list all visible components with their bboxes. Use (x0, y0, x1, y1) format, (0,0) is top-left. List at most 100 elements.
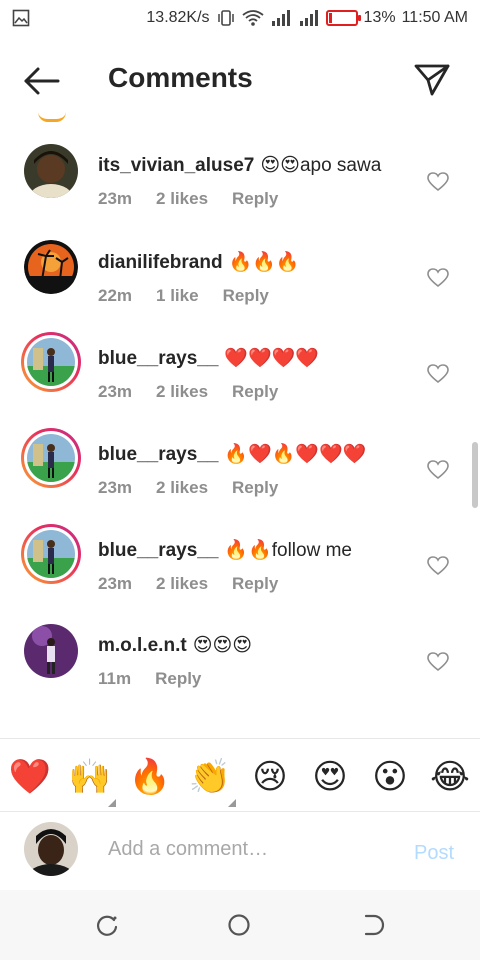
comment-text: 😍😍apo sawa (260, 155, 382, 176)
comment-meta: 11m Reply (98, 669, 418, 689)
comment-item: its_vivian_aluse7 😍😍apo sawa 23m 2 likes … (0, 136, 480, 232)
comment-meta: 23m 2 likes Reply (98, 574, 418, 594)
comment-item: blue__rays__ 🔥❤️🔥❤️❤️❤️ 23m 2 likes Reply (0, 424, 480, 520)
comment-time: 23m (98, 574, 133, 593)
comment-body: m.o.l.e.n.t 😍😍😍 11m Reply (98, 634, 418, 689)
comment-time: 23m (98, 478, 133, 497)
comment-line: blue__rays__ ❤️❤️❤️❤️ (98, 346, 418, 370)
comment-body: its_vivian_aluse7 😍😍apo sawa 23m 2 likes … (98, 154, 418, 209)
emoji-crying-button[interactable]: 😢 (248, 755, 292, 799)
emoji-wow-button[interactable]: 😮 (368, 755, 412, 799)
avatar[interactable] (21, 428, 81, 488)
comment-username[interactable]: blue__rays__ (98, 540, 218, 561)
emoji-raised-hands-button[interactable]: 🙌 (68, 755, 116, 807)
comment-likes[interactable]: 2 likes (156, 478, 208, 498)
comment-composer: Post (0, 812, 480, 890)
emoji-clap-button[interactable]: 👏 (188, 755, 236, 807)
comment-line: blue__rays__ 🔥❤️🔥❤️❤️❤️ (98, 442, 418, 466)
status-bar: 13.82K/s 13% 11:50 AM (0, 0, 480, 36)
comment-text: 🔥🔥🔥 (228, 252, 300, 273)
heart-icon[interactable] (427, 364, 449, 384)
skin-tone-indicator-icon (228, 799, 236, 807)
send-icon[interactable] (412, 60, 452, 100)
comment-username[interactable]: dianilifebrand (98, 252, 223, 273)
signal-icon-2 (299, 10, 318, 26)
back-arrow-icon[interactable] (22, 66, 62, 96)
skin-tone-indicator-icon (108, 799, 116, 807)
comment-time: 23m (98, 382, 133, 401)
comment-time: 11m (98, 669, 132, 688)
emoji-fire-button[interactable]: 🔥 (128, 755, 172, 799)
vibrate-icon (217, 10, 234, 26)
avatar[interactable] (24, 144, 78, 198)
back-nav-icon[interactable] (360, 912, 386, 938)
gallery-icon (12, 9, 30, 27)
emoji-raised-hands-glyph: 🙌 (68, 757, 112, 797)
heart-icon[interactable] (427, 556, 449, 576)
emoji-laugh-button[interactable]: 😂 (428, 755, 472, 799)
my-avatar[interactable] (24, 822, 78, 876)
comment-line: m.o.l.e.n.t 😍😍😍 (98, 634, 418, 657)
battery-percent: 13% (363, 9, 396, 26)
comment-likes[interactable]: 2 likes (156, 574, 208, 594)
wifi-icon (241, 10, 264, 26)
reply-button[interactable]: Reply (232, 574, 278, 594)
comment-line: dianilifebrand 🔥🔥🔥 (98, 250, 418, 274)
network-speed: 13.82K/s (146, 9, 210, 26)
heart-icon[interactable] (427, 268, 449, 288)
comment-likes[interactable]: 2 likes (156, 189, 208, 209)
heart-icon[interactable] (427, 652, 449, 672)
comment-body: dianilifebrand 🔥🔥🔥 22m 1 like Reply (98, 250, 418, 306)
battery-icon (325, 10, 361, 26)
avatar[interactable] (21, 332, 81, 392)
comment-time: 22m (98, 286, 133, 305)
clock: 11:50 AM (401, 9, 468, 26)
comment-meta: 23m 2 likes Reply (98, 382, 418, 402)
comment-item: m.o.l.e.n.t 😍😍😍 11m Reply (0, 616, 480, 712)
comment-text: ❤️❤️❤️❤️ (224, 348, 320, 369)
partial-avatar (38, 112, 66, 122)
heart-icon[interactable] (427, 460, 449, 480)
avatar[interactable] (21, 524, 81, 584)
comment-meta: 22m 1 like Reply (98, 286, 418, 306)
reply-button[interactable]: Reply (223, 286, 269, 306)
comment-item: blue__rays__ ❤️❤️❤️❤️ 23m 2 likes Reply (0, 328, 480, 424)
comment-body: blue__rays__ 🔥🔥follow me 23m 2 likes Repl… (98, 538, 418, 594)
comment-body: blue__rays__ 🔥❤️🔥❤️❤️❤️ 23m 2 likes Reply (98, 442, 418, 498)
comment-username[interactable]: its_vivian_aluse7 (98, 155, 254, 176)
reply-button[interactable]: Reply (232, 478, 278, 498)
comment-line: blue__rays__ 🔥🔥follow me (98, 538, 418, 562)
comment-username[interactable]: blue__rays__ (98, 444, 218, 465)
comments-list[interactable]: its_vivian_aluse7 😍😍apo sawa 23m 2 likes … (0, 136, 480, 738)
heart-icon[interactable] (427, 172, 449, 192)
home-icon[interactable] (226, 912, 252, 938)
comment-text: 🔥❤️🔥❤️❤️❤️ (224, 444, 367, 465)
reply-button[interactable]: Reply (155, 669, 201, 689)
comment-meta: 23m 2 likes Reply (98, 478, 418, 498)
battery-fill (328, 13, 332, 23)
status-left (12, 9, 30, 27)
comment-time: 23m (98, 189, 133, 208)
comment-likes[interactable]: 1 like (156, 286, 199, 306)
emoji-heart-button[interactable]: ❤️ (8, 755, 52, 799)
page-title: Comments (108, 62, 253, 93)
comment-line: its_vivian_aluse7 😍😍apo sawa (98, 154, 418, 177)
signal-icon (271, 10, 290, 26)
recent-apps-icon[interactable] (94, 912, 120, 938)
add-comment-input[interactable] (108, 834, 388, 864)
scrollbar[interactable] (472, 442, 478, 508)
comment-body: blue__rays__ ❤️❤️❤️❤️ 23m 2 likes Reply (98, 346, 418, 402)
post-button[interactable]: Post (414, 842, 454, 865)
emoji-heart-eyes-button[interactable]: 😍 (308, 755, 352, 799)
comment-username[interactable]: blue__rays__ (98, 348, 218, 369)
comment-item: dianilifebrand 🔥🔥🔥 22m 1 like Reply (0, 232, 480, 328)
header: Comments (0, 40, 480, 120)
reply-button[interactable]: Reply (232, 189, 278, 209)
avatar[interactable] (24, 624, 78, 678)
reply-button[interactable]: Reply (232, 382, 278, 402)
comment-username[interactable]: m.o.l.e.n.t (98, 635, 187, 656)
avatar[interactable] (24, 240, 78, 294)
comment-meta: 23m 2 likes Reply (98, 189, 418, 209)
comment-likes[interactable]: 2 likes (156, 382, 208, 402)
comment-item: blue__rays__ 🔥🔥follow me 23m 2 likes Repl… (0, 520, 480, 616)
